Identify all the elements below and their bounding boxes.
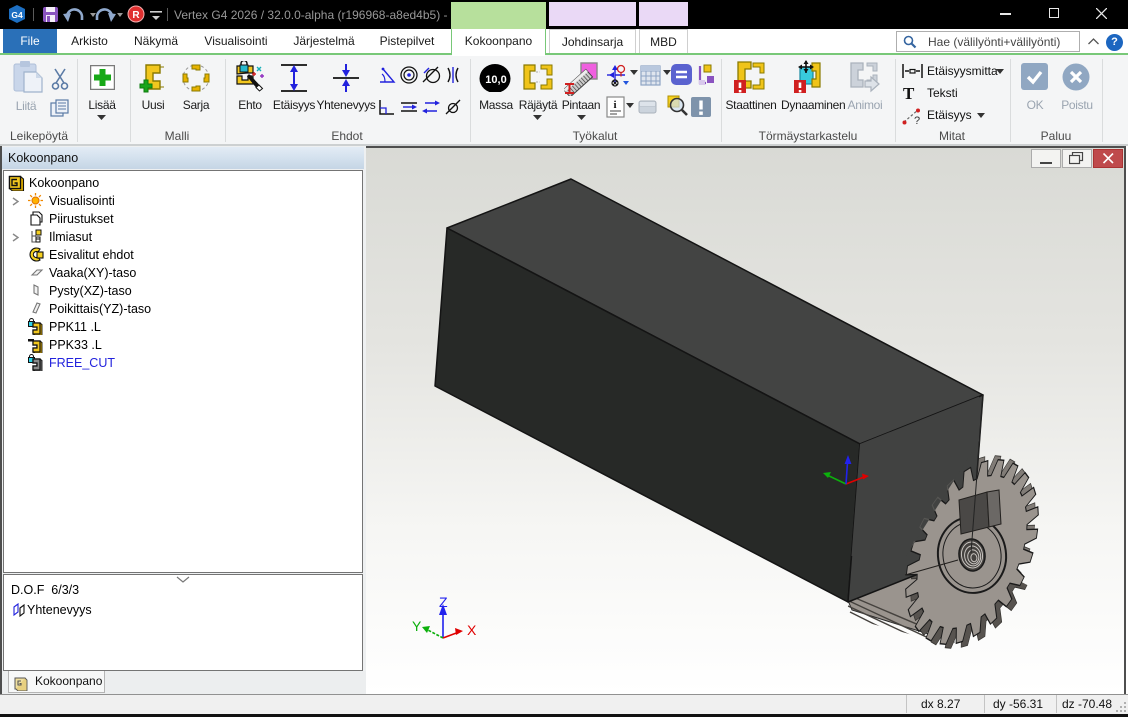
svg-text:X: X [467, 622, 477, 638]
svg-text:10,0: 10,0 [485, 74, 506, 86]
svg-text:R: R [132, 10, 140, 21]
svg-text:?: ? [914, 115, 920, 126]
svg-text:Y: Y [412, 618, 422, 634]
svg-text:G4: G4 [11, 10, 23, 20]
svg-text:Z: Z [439, 594, 448, 610]
svg-text:i: i [613, 99, 616, 111]
